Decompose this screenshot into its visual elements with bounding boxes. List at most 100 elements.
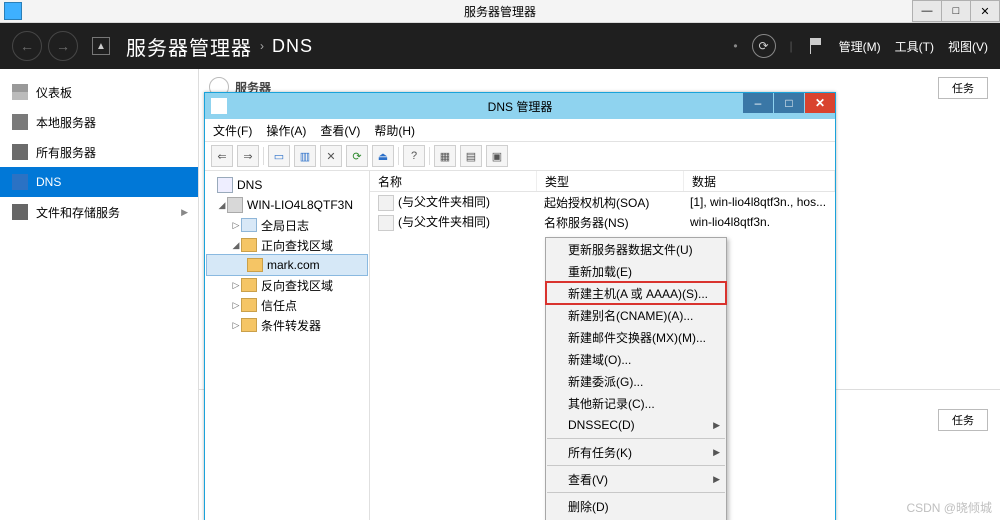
col-data[interactable]: 数据 (684, 171, 835, 191)
tb-refresh-icon[interactable]: ⟳ (346, 145, 368, 167)
dns-toolbar: ⇐ ⇒ ▭ ▥ ✕ ⟳ ⏏ ? ▦ ▤ ▣ (205, 142, 835, 171)
tree-root[interactable]: DNS (207, 175, 367, 195)
flag-icon[interactable] (807, 37, 825, 55)
tree-label: 信任点 (261, 297, 297, 314)
ctx-all-tasks[interactable]: 所有任务(K) (546, 441, 726, 463)
up-button[interactable]: ▲ (92, 37, 110, 55)
dns-minimize-button[interactable]: – (743, 93, 773, 113)
sidebar-item-all[interactable]: 所有服务器 (0, 137, 198, 167)
tasks-dropdown-2[interactable]: 任务 (938, 409, 988, 431)
tb-up-icon[interactable]: ▭ (268, 145, 290, 167)
dns-manager-window: DNS 管理器 – □ ✕ 文件(F) 操作(A) 查看(V) 帮助(H) ⇐ … (204, 92, 836, 520)
col-type[interactable]: 类型 (537, 171, 684, 191)
server-icon (12, 114, 28, 130)
ctx-dnssec[interactable]: DNSSEC(D) (546, 414, 726, 436)
dns-maximize-button[interactable]: □ (774, 93, 804, 113)
dns-titlebar[interactable]: DNS 管理器 – □ ✕ (205, 93, 835, 119)
ctx-label: 新建邮件交换器(MX)(M)... (568, 329, 706, 346)
ctx-new-host[interactable]: 新建主机(A 或 AAAA)(S)... (546, 282, 726, 304)
tree-global-log[interactable]: ▷全局日志 (207, 215, 367, 235)
menu-tools[interactable]: 工具(T) (895, 38, 934, 55)
list-row[interactable]: (与父文件夹相同) 起始授权机构(SOA) [1], win-lio4l8qtf… (370, 192, 835, 212)
minimize-button[interactable]: — (912, 0, 942, 22)
tb-stop-icon[interactable]: ▤ (460, 145, 482, 167)
outer-window-buttons: — □ ✕ (913, 0, 1000, 22)
list-row[interactable]: (与父文件夹相同) 名称服务器(NS) win-lio4l8qtf3n. (370, 212, 835, 232)
tree-reverse-zones[interactable]: ▷反向查找区域 (207, 275, 367, 295)
tasks-label: 任务 (952, 80, 974, 96)
ctx-label: 新建域(O)... (568, 351, 631, 368)
tb-delete-icon[interactable]: ✕ (320, 145, 342, 167)
tasks-dropdown-1[interactable]: 任务 (938, 77, 988, 99)
ctx-update-server-data[interactable]: 更新服务器数据文件(U) (546, 238, 726, 260)
server-manager-header: ← → ▲ 服务器管理器 › DNS • ⟳ | 管理(M) 工具(T) 视图(… (0, 23, 1000, 69)
tree-host[interactable]: ◢WIN-LIO4L8QTF3N (207, 195, 367, 215)
ctx-label: 所有任务(K) (568, 444, 632, 461)
cell: (与父文件夹相同) (398, 215, 490, 229)
ctx-separator (547, 465, 725, 466)
dns-tree[interactable]: DNS ◢WIN-LIO4L8QTF3N ▷全局日志 ◢正向查找区域 mark.… (205, 171, 370, 520)
sidebar-item-dns[interactable]: DNS (0, 167, 198, 197)
menu-view[interactable]: 查看(V) (320, 122, 360, 139)
folder-icon (241, 298, 257, 312)
sidebar-item-local[interactable]: 本地服务器 (0, 107, 198, 137)
ctx-label: 删除(D) (568, 498, 609, 515)
menu-file[interactable]: 文件(F) (213, 122, 252, 139)
zone-icon (247, 258, 263, 272)
tb-sep (429, 147, 430, 165)
storage-icon (12, 204, 28, 220)
tree-conditional[interactable]: ▷条件转发器 (207, 315, 367, 335)
cell: [1], win-lio4l8qtf3n., hos... (682, 195, 835, 209)
ctx-label: 查看(V) (568, 471, 608, 488)
folder-icon (241, 278, 257, 292)
folder-icon (241, 218, 257, 232)
dns-close-button[interactable]: ✕ (805, 93, 835, 113)
tb-export-icon[interactable]: ⏏ (372, 145, 394, 167)
ctx-new-delegation[interactable]: 新建委派(G)... (546, 370, 726, 392)
forward-button[interactable]: → (48, 31, 78, 61)
ctx-label: 其他新记录(C)... (568, 395, 655, 412)
tree-forward-zones[interactable]: ◢正向查找区域 (207, 235, 367, 255)
ctx-view[interactable]: 查看(V) (546, 468, 726, 490)
close-button[interactable]: ✕ (970, 0, 1000, 22)
app-icon (4, 2, 22, 20)
tree-zone-mark[interactable]: mark.com (207, 255, 367, 275)
tb-play-icon[interactable]: ▣ (486, 145, 508, 167)
dns-window-title: DNS 管理器 (488, 98, 553, 115)
ctx-label: 新建主机(A 或 AAAA)(S)... (568, 285, 708, 302)
menu-manage[interactable]: 管理(M) (839, 38, 881, 55)
tree-trust[interactable]: ▷信任点 (207, 295, 367, 315)
menu-help[interactable]: 帮助(H) (374, 122, 415, 139)
tb-back-icon[interactable]: ⇐ (211, 145, 233, 167)
ctx-new-cname[interactable]: 新建别名(CNAME)(A)... (546, 304, 726, 326)
maximize-button[interactable]: □ (941, 0, 971, 22)
record-icon (378, 215, 394, 231)
tb-pane-icon[interactable]: ▥ (294, 145, 316, 167)
tb-help-icon[interactable]: ? (403, 145, 425, 167)
menu-view[interactable]: 视图(V) (948, 38, 988, 55)
outer-window-title: 服务器管理器 (464, 3, 536, 20)
ctx-label: 新建别名(CNAME)(A)... (568, 307, 693, 324)
ctx-other-new[interactable]: 其他新记录(C)... (546, 392, 726, 414)
back-button[interactable]: ← (12, 31, 42, 61)
tree-label: 全局日志 (261, 217, 309, 234)
ctx-new-mx[interactable]: 新建邮件交换器(MX)(M)... (546, 326, 726, 348)
header-title: 服务器管理器 (126, 32, 252, 61)
refresh-icon[interactable]: ⟳ (752, 34, 776, 58)
tb-fwd-icon[interactable]: ⇒ (237, 145, 259, 167)
tb-filter-icon[interactable]: ▦ (434, 145, 456, 167)
tree-label: mark.com (267, 258, 320, 272)
ctx-new-domain[interactable]: 新建域(O)... (546, 348, 726, 370)
sidebar-item-storage[interactable]: 文件和存储服务▶ (0, 197, 198, 227)
ctx-reload[interactable]: 重新加载(E) (546, 260, 726, 282)
menu-action[interactable]: 操作(A) (266, 122, 306, 139)
sidebar-label: 仪表板 (36, 84, 72, 101)
list-header: 名称 类型 数据 (370, 171, 835, 192)
ctx-delete[interactable]: 删除(D) (546, 495, 726, 517)
col-name[interactable]: 名称 (370, 171, 537, 191)
dns-root-icon (217, 177, 233, 193)
ctx-label: 更新服务器数据文件(U) (568, 241, 693, 258)
record-icon (378, 195, 394, 211)
tree-label: 条件转发器 (261, 317, 321, 334)
sidebar-item-dashboard[interactable]: 仪表板 (0, 77, 198, 107)
